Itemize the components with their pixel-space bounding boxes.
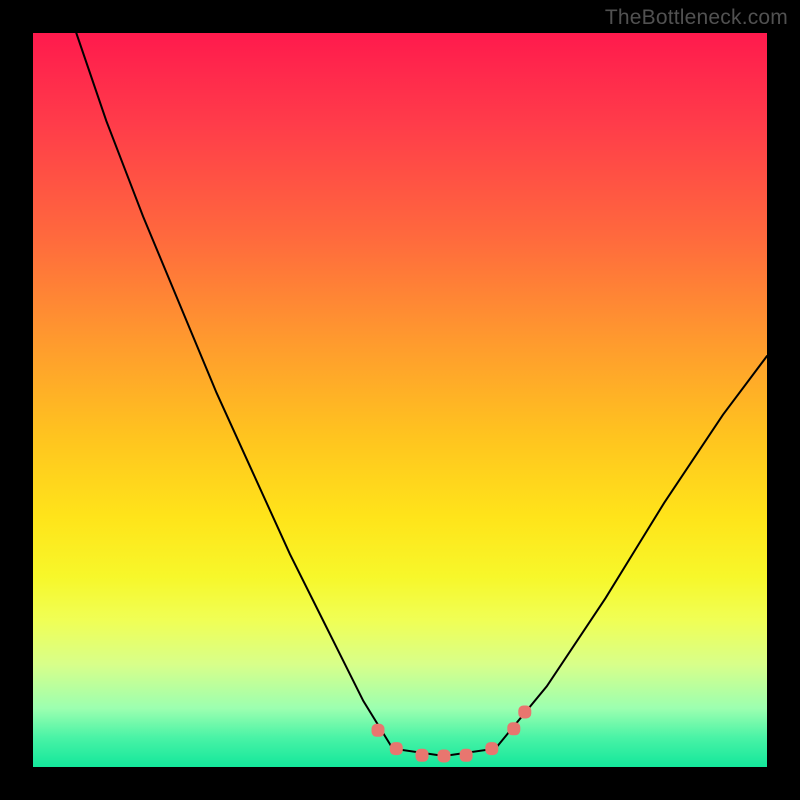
curve-marker: [518, 706, 531, 719]
curve-marker: [438, 750, 451, 763]
chart-frame: TheBottleneck.com: [0, 0, 800, 800]
curve-marker: [390, 742, 403, 755]
curve-marker: [460, 749, 473, 762]
bottleneck-curve: [76, 33, 767, 756]
curve-marker: [485, 742, 498, 755]
curve-marker: [372, 724, 385, 737]
curve-marker: [416, 749, 429, 762]
plot-area: [33, 33, 767, 767]
curve-marker: [507, 722, 520, 735]
chart-overlay: [33, 33, 767, 767]
watermark-text: TheBottleneck.com: [605, 6, 788, 30]
